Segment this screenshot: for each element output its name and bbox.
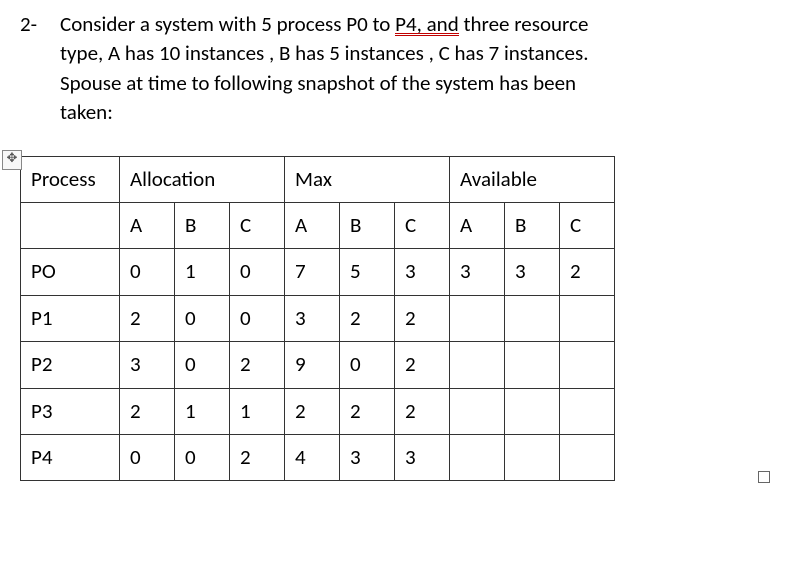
header-max: Max bbox=[285, 156, 450, 202]
table-row: P2 3 0 2 9 0 2 bbox=[21, 342, 615, 388]
cell-alloc-c: 2 bbox=[230, 434, 285, 480]
cell-max-a: 7 bbox=[285, 249, 340, 295]
question-text: Consider a system with 5 process P0 to P… bbox=[60, 10, 740, 128]
q-line2: type, A has 10 instances , B has 5 insta… bbox=[60, 40, 589, 66]
cell-alloc-a: 3 bbox=[120, 342, 175, 388]
header-avail-b: B bbox=[505, 202, 560, 248]
cell-process: P2 bbox=[21, 342, 120, 388]
cell-process: P4 bbox=[21, 434, 120, 480]
header-alloc-c: C bbox=[230, 202, 285, 248]
cell-avail-a bbox=[450, 342, 505, 388]
cell-max-b: 0 bbox=[340, 342, 395, 388]
table-row: P3 2 1 1 2 2 2 bbox=[21, 388, 615, 434]
cell-max-c: 2 bbox=[395, 342, 450, 388]
table-row: PO 0 1 0 7 5 3 3 3 2 bbox=[21, 249, 615, 295]
cell-process: P1 bbox=[21, 295, 120, 341]
cell-alloc-b: 1 bbox=[175, 249, 230, 295]
cell-avail-c bbox=[560, 342, 615, 388]
cell-max-b: 3 bbox=[340, 434, 395, 480]
table-resize-handle-icon[interactable] bbox=[758, 471, 770, 483]
q-line1b: three resource bbox=[459, 11, 589, 37]
cell-avail-b: 3 bbox=[505, 249, 560, 295]
cell-max-c: 3 bbox=[395, 249, 450, 295]
cell-avail-a bbox=[450, 295, 505, 341]
cell-alloc-a: 0 bbox=[120, 434, 175, 480]
cell-avail-b bbox=[505, 295, 560, 341]
cell-alloc-b: 0 bbox=[175, 295, 230, 341]
cell-avail-a bbox=[450, 434, 505, 480]
q-p4-and: P4, and bbox=[395, 10, 459, 39]
cell-alloc-c: 0 bbox=[230, 249, 285, 295]
table-row: P4 0 0 2 4 3 3 bbox=[21, 434, 615, 480]
cell-alloc-a: 2 bbox=[120, 388, 175, 434]
cell-alloc-c: 2 bbox=[230, 342, 285, 388]
cell-max-b: 5 bbox=[340, 249, 395, 295]
cell-max-a: 2 bbox=[285, 388, 340, 434]
cell-max-a: 3 bbox=[285, 295, 340, 341]
cell-alloc-b: 1 bbox=[175, 388, 230, 434]
cell-process: PO bbox=[21, 249, 120, 295]
header-avail-c: C bbox=[560, 202, 615, 248]
header-alloc-a: A bbox=[120, 202, 175, 248]
header-alloc-b: B bbox=[175, 202, 230, 248]
table-move-handle-icon[interactable]: ✥ bbox=[2, 150, 22, 170]
spellcheck-underline-icon bbox=[395, 33, 459, 37]
cell-avail-b bbox=[505, 342, 560, 388]
cell-max-c: 3 bbox=[395, 434, 450, 480]
table-header-row-2: A B C A B C A B C bbox=[21, 202, 615, 248]
cell-max-c: 2 bbox=[395, 388, 450, 434]
q-line1a: Consider a system with 5 process P0 to bbox=[60, 11, 395, 37]
cell-avail-b bbox=[505, 434, 560, 480]
cell-alloc-c: 1 bbox=[230, 388, 285, 434]
bankers-table: Process Allocation Max Available A B C A… bbox=[20, 156, 615, 482]
cell-max-b: 2 bbox=[340, 388, 395, 434]
header-max-c: C bbox=[395, 202, 450, 248]
cell-avail-c bbox=[560, 388, 615, 434]
cell-alloc-a: 0 bbox=[120, 249, 175, 295]
cell-alloc-b: 0 bbox=[175, 342, 230, 388]
q-line3: Spouse at time to following snapshot of … bbox=[60, 70, 576, 96]
cell-max-a: 9 bbox=[285, 342, 340, 388]
q-line4: taken: bbox=[60, 99, 113, 125]
cell-max-c: 2 bbox=[395, 295, 450, 341]
cell-avail-c: 2 bbox=[560, 249, 615, 295]
cell-avail-a bbox=[450, 388, 505, 434]
header-avail-a: A bbox=[450, 202, 505, 248]
cell-avail-a: 3 bbox=[450, 249, 505, 295]
table-row: P1 2 0 0 3 2 2 bbox=[21, 295, 615, 341]
cell-alloc-b: 0 bbox=[175, 434, 230, 480]
cell-alloc-c: 0 bbox=[230, 295, 285, 341]
table-header-row-1: Process Allocation Max Available bbox=[21, 156, 615, 202]
cell-avail-c bbox=[560, 434, 615, 480]
cell-avail-b bbox=[505, 388, 560, 434]
question-number: 2- bbox=[20, 10, 60, 128]
header-allocation: Allocation bbox=[120, 156, 285, 202]
cell-process: P3 bbox=[21, 388, 120, 434]
header-process: Process bbox=[21, 156, 120, 202]
header-max-b: B bbox=[340, 202, 395, 248]
cell-alloc-a: 2 bbox=[120, 295, 175, 341]
header-empty bbox=[21, 202, 120, 248]
header-max-a: A bbox=[285, 202, 340, 248]
cell-max-a: 4 bbox=[285, 434, 340, 480]
cell-max-b: 2 bbox=[340, 295, 395, 341]
cell-avail-c bbox=[560, 295, 615, 341]
header-available: Available bbox=[450, 156, 615, 202]
